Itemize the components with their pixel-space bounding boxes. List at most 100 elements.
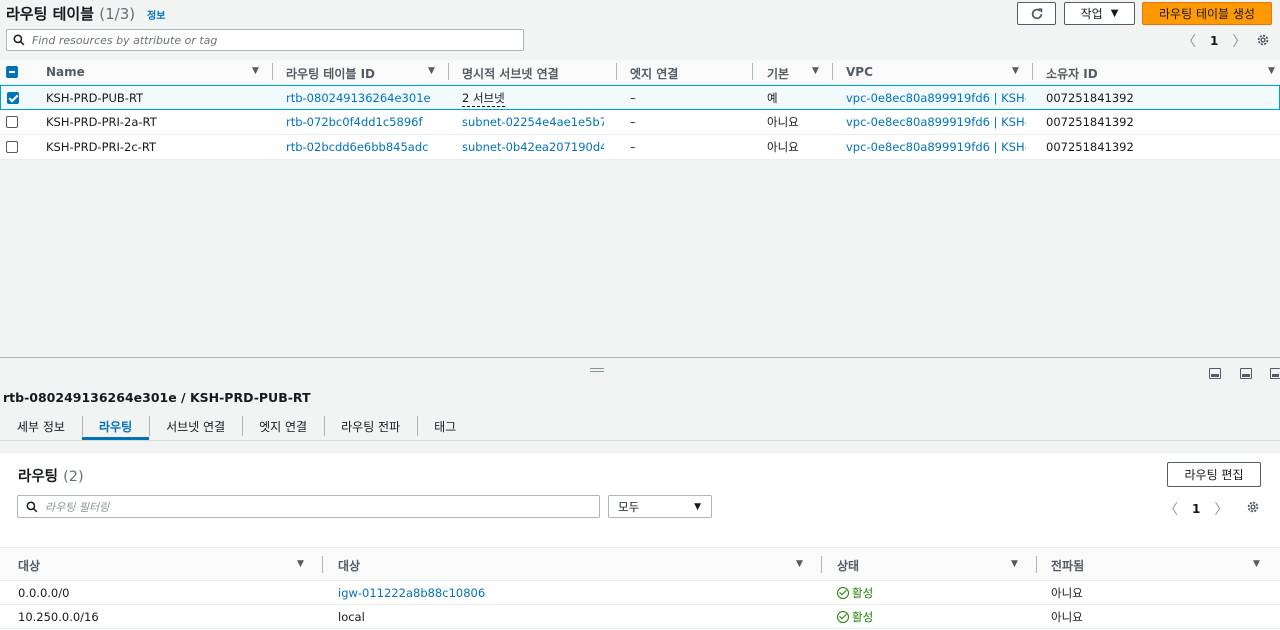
route-table-id-link[interactable]: rtb-080249136264e301e <box>286 91 431 105</box>
sort-icon[interactable]: ▼ <box>1011 559 1018 569</box>
table-header: Name ▼ 라우팅 테이블 ID ▼ 명시적 서브넷 연결 엣지 연결 기본 … <box>0 60 1280 85</box>
col-edge-assoc[interactable]: 엣지 연결 <box>630 65 678 82</box>
vpc-link[interactable]: vpc-0e8ec80a899919fd6 | KSH-... <box>846 140 1026 154</box>
route-status-text: 활성 <box>852 610 874 624</box>
search-icon <box>13 34 25 46</box>
gear-icon[interactable] <box>1256 33 1270 47</box>
route-tables-panel <box>0 0 1280 358</box>
column-divider[interactable] <box>322 556 323 573</box>
split-divider[interactable] <box>0 357 1280 358</box>
routes-pagination: 〈 1 〉 <box>1164 499 1228 519</box>
column-divider[interactable] <box>616 63 617 80</box>
sort-icon[interactable]: ▼ <box>297 559 304 569</box>
panel-split-icon[interactable] <box>1240 368 1252 379</box>
col-status[interactable]: 상태 <box>837 557 859 574</box>
caret-down-icon: ▼ <box>1110 8 1119 19</box>
column-divider[interactable] <box>1036 556 1037 573</box>
sort-icon[interactable]: ▼ <box>428 66 435 76</box>
edit-routes-label: 라우팅 편집 <box>1184 468 1244 482</box>
page-number[interactable]: 1 <box>1210 34 1218 48</box>
route-target-link[interactable]: igw-011222a8b88c10806 <box>338 586 485 600</box>
page-title: 라우팅 테이블 (1/3) <box>6 3 135 24</box>
col-vpc[interactable]: VPC <box>846 65 873 79</box>
prev-page-icon[interactable]: 〈 <box>1182 31 1196 51</box>
select-all-checkbox[interactable] <box>6 66 18 78</box>
col-target[interactable]: 대상 <box>338 557 360 574</box>
prev-page-icon[interactable]: 〈 <box>1164 499 1178 519</box>
subnet-assoc-link[interactable]: subnet-02254e4ae1e5b7... <box>462 115 604 129</box>
detail-title: rtb-080249136264e301e / KSH-PRD-PUB-RT <box>3 390 311 405</box>
column-divider[interactable] <box>821 556 822 573</box>
col-subnet-assoc[interactable]: 명시적 서브넷 연결 <box>462 65 559 82</box>
detail-tabs: 세부 정보 라우팅 서브넷 연결 엣지 연결 라우팅 전파 태그 <box>0 412 473 440</box>
drag-handle-icon[interactable] <box>590 368 604 372</box>
filter-placeholder: 라우팅 필터링 <box>45 500 110 514</box>
col-name[interactable]: Name <box>46 65 85 79</box>
column-divider[interactable] <box>272 63 273 80</box>
edge-assoc: – <box>630 91 636 105</box>
route-status: 활성 <box>837 585 873 601</box>
row-checkbox[interactable] <box>6 141 18 153</box>
row-checkbox[interactable] <box>7 92 19 104</box>
route-table-id-link[interactable]: rtb-02bcdd6e6bb845adc <box>286 140 428 154</box>
sort-icon[interactable]: ▼ <box>812 66 819 76</box>
routes-count: (2) <box>63 469 84 485</box>
routes-table-header: 대상 ▼ 대상 ▼ 상태 ▼ 전파됨 ▼ <box>0 547 1280 581</box>
table-row[interactable]: KSH-PRD-PUB-RT rtb-080249136264e301e 2 서… <box>0 85 1280 110</box>
vpc-link[interactable]: vpc-0e8ec80a899919fd6 | KSH-... <box>846 91 1026 105</box>
col-route-table-id[interactable]: 라우팅 테이블 ID <box>286 65 375 82</box>
page-number[interactable]: 1 <box>1192 502 1200 516</box>
panel-side-icon[interactable] <box>1270 368 1280 379</box>
route-table-id-link[interactable]: rtb-072bc0f4dd1c5896f <box>286 115 423 129</box>
subnet-assoc-link[interactable]: 2 서브넷 <box>462 90 505 107</box>
edge-assoc: – <box>630 140 636 154</box>
info-link[interactable]: 정보 <box>147 7 165 22</box>
sort-icon[interactable]: ▼ <box>796 559 803 569</box>
filter-select-value: 모두 <box>618 499 640 514</box>
tab-tags[interactable]: 태그 <box>417 412 473 440</box>
next-page-icon[interactable]: 〉 <box>1232 31 1246 51</box>
tab-edge-associations[interactable]: 엣지 연결 <box>242 412 324 440</box>
actions-button[interactable]: 작업 ▼ <box>1064 2 1135 25</box>
actions-label: 작업 <box>1080 7 1103 21</box>
tab-route-propagation[interactable]: 라우팅 전파 <box>324 412 417 440</box>
route-status: 활성 <box>837 609 873 625</box>
tab-routes[interactable]: 라우팅 <box>81 412 150 440</box>
tab-subnet-associations[interactable]: 서브넷 연결 <box>149 412 242 440</box>
column-divider[interactable] <box>752 63 753 80</box>
success-icon <box>837 587 849 599</box>
column-divider[interactable] <box>832 63 833 80</box>
create-route-table-button[interactable]: 라우팅 테이블 생성 <box>1142 2 1272 25</box>
route-row: 0.0.0.0/0 igw-011222a8b88c10806 활성 아니요 <box>0 581 1280 605</box>
routes-title-text: 라우팅 <box>18 469 59 485</box>
column-divider[interactable] <box>448 63 449 80</box>
tab-details[interactable]: 세부 정보 <box>0 412 82 440</box>
edit-routes-button[interactable]: 라우팅 편집 <box>1167 462 1261 487</box>
gear-icon[interactable] <box>1246 500 1260 514</box>
refresh-button[interactable] <box>1017 2 1056 25</box>
table-row[interactable]: KSH-PRD-PRI-2a-RT rtb-072bc0f4dd1c5896f … <box>0 110 1280 135</box>
col-propagated[interactable]: 전파됨 <box>1051 557 1084 574</box>
next-page-icon[interactable]: 〉 <box>1214 499 1228 519</box>
success-icon <box>837 611 849 623</box>
panel-bottom-icon[interactable] <box>1209 368 1221 379</box>
row-name: KSH-PRD-PUB-RT <box>46 91 144 105</box>
sort-icon[interactable]: ▼ <box>1012 66 1019 76</box>
page-title-text: 라우팅 테이블 <box>6 5 95 23</box>
vpc-link[interactable]: vpc-0e8ec80a899919fd6 | KSH-... <box>846 115 1026 129</box>
col-destination[interactable]: 대상 <box>18 557 40 574</box>
resource-search-input[interactable]: Find resources by attribute or tag <box>6 29 524 51</box>
tab-divider <box>0 440 1280 441</box>
sort-icon[interactable]: ▼ <box>1268 66 1275 76</box>
table-row[interactable]: KSH-PRD-PRI-2c-RT rtb-02bcdd6e6bb845adc … <box>0 135 1280 160</box>
subnet-assoc-link[interactable]: subnet-0b42ea207190d4... <box>462 140 604 154</box>
row-checkbox[interactable] <box>6 116 18 128</box>
col-main[interactable]: 기본 <box>767 65 789 82</box>
route-filter-select[interactable]: 모두 ▼ <box>608 495 712 518</box>
sort-icon[interactable]: ▼ <box>252 66 259 76</box>
column-divider[interactable] <box>1032 63 1033 80</box>
main-flag: 아니요 <box>767 140 799 154</box>
route-filter-input[interactable]: 라우팅 필터링 <box>17 495 600 518</box>
col-owner-id[interactable]: 소유자 ID <box>1046 65 1098 82</box>
sort-icon[interactable]: ▼ <box>1253 559 1260 569</box>
